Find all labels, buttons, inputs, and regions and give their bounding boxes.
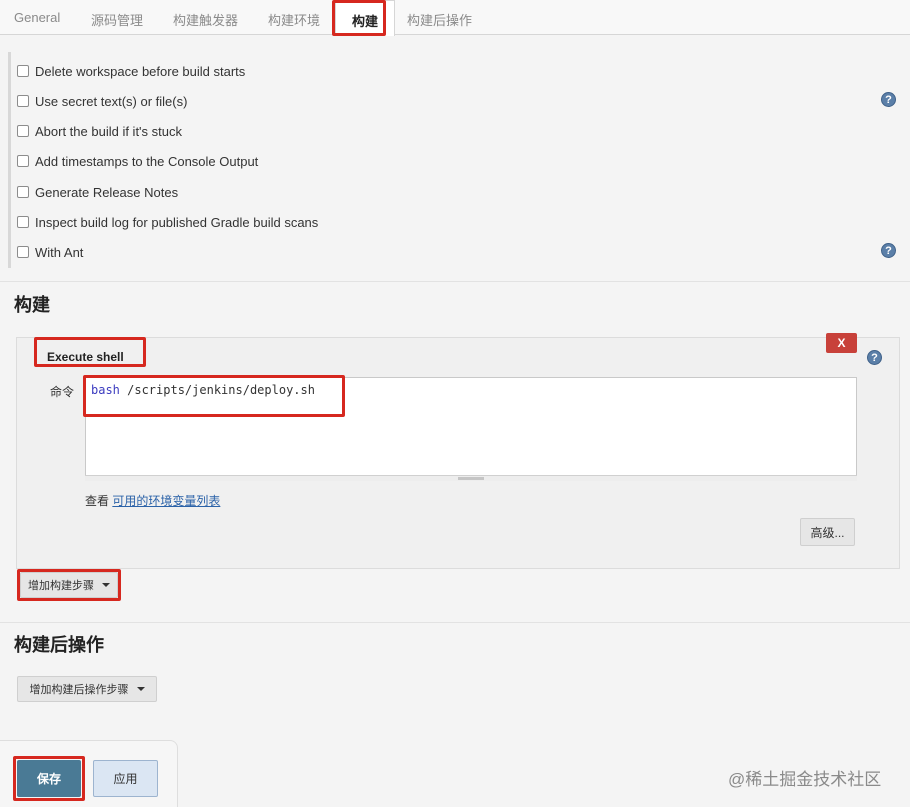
caret-down-icon <box>102 583 110 587</box>
env-vars-line: 查看 可用的环境变量列表 <box>85 492 220 509</box>
command-label: 命令 <box>50 385 75 399</box>
add-post-build-step-button[interactable]: 增加构建后操作步骤 <box>17 676 157 702</box>
checkbox[interactable] <box>17 246 29 258</box>
option-label: With Ant <box>35 244 84 260</box>
tab-build-triggers[interactable]: 构建触发器 <box>173 10 238 29</box>
tab-bar: General 源码管理 构建触发器 构建环境 构建 构建后操作 <box>0 0 910 36</box>
build-environment-options: Delete workspace before build starts Use… <box>8 52 910 268</box>
add-build-step-label: 增加构建步骤 <box>28 580 94 592</box>
command-keyword: bash <box>91 383 120 397</box>
option-label: Inspect build log for published Gradle b… <box>35 214 319 230</box>
add-post-build-step-label: 增加构建后操作步骤 <box>29 684 129 696</box>
option-label: Use secret text(s) or file(s) <box>35 93 188 109</box>
tab-source-control[interactable]: 源码管理 <box>91 10 143 29</box>
option-gradle-scans[interactable]: Inspect build log for published Gradle b… <box>17 212 318 232</box>
command-textarea[interactable]: bash /scripts/jenkins/deploy.sh <box>85 377 857 479</box>
apply-button[interactable]: 应用 <box>93 760 158 797</box>
advanced-button[interactable]: 高级... <box>800 518 855 546</box>
option-secret-text[interactable]: Use secret text(s) or file(s) <box>17 91 187 111</box>
post-build-section-title: 构建后操作 <box>14 635 104 655</box>
question-circle-icon[interactable]: ? <box>881 243 896 258</box>
option-label: Generate Release Notes <box>35 184 179 200</box>
tab-general[interactable]: General <box>14 10 60 25</box>
add-build-step-button[interactable]: 增加构建步骤 <box>20 572 118 598</box>
section-divider <box>0 281 910 282</box>
caret-down-icon <box>136 687 145 691</box>
option-label: Abort the build if it's stuck <box>35 123 182 139</box>
option-timestamps[interactable]: Add timestamps to the Console Output <box>17 151 258 171</box>
command-text: /scripts/jenkins/deploy.sh <box>119 383 315 397</box>
textarea-resize-handle[interactable] <box>85 475 857 481</box>
option-delete-workspace[interactable]: Delete workspace before build starts <box>17 61 245 81</box>
watermark: @稀土掘金技术社区 <box>728 770 882 789</box>
resize-grip-icon <box>458 477 484 480</box>
option-label: Delete workspace before build starts <box>35 63 246 79</box>
checkbox[interactable] <box>17 186 29 198</box>
env-vars-link[interactable]: 可用的环境变量列表 <box>112 494 220 508</box>
tab-post-build[interactable]: 构建后操作 <box>407 10 472 29</box>
checkbox[interactable] <box>17 216 29 228</box>
question-circle-icon[interactable]: ? <box>881 92 896 107</box>
step-title: Execute shell <box>47 350 124 364</box>
option-label: Add timestamps to the Console Output <box>35 153 259 169</box>
env-vars-prefix: 查看 <box>85 494 113 508</box>
delete-step-button[interactable]: X <box>826 333 857 353</box>
option-abort-stuck[interactable]: Abort the build if it's stuck <box>17 121 182 141</box>
build-section-title: 构建 <box>14 295 50 315</box>
checkbox[interactable] <box>17 65 29 77</box>
tab-build[interactable]: 构建 <box>335 0 396 36</box>
checkbox[interactable] <box>17 125 29 137</box>
save-button[interactable]: 保存 <box>17 760 81 797</box>
checkbox[interactable] <box>17 155 29 167</box>
checkbox[interactable] <box>17 95 29 107</box>
option-with-ant[interactable]: With Ant <box>17 242 83 262</box>
question-circle-icon[interactable]: ? <box>867 350 882 365</box>
section-divider <box>0 622 910 623</box>
option-release-notes[interactable]: Generate Release Notes <box>17 182 178 202</box>
tab-build-environment[interactable]: 构建环境 <box>268 10 320 29</box>
